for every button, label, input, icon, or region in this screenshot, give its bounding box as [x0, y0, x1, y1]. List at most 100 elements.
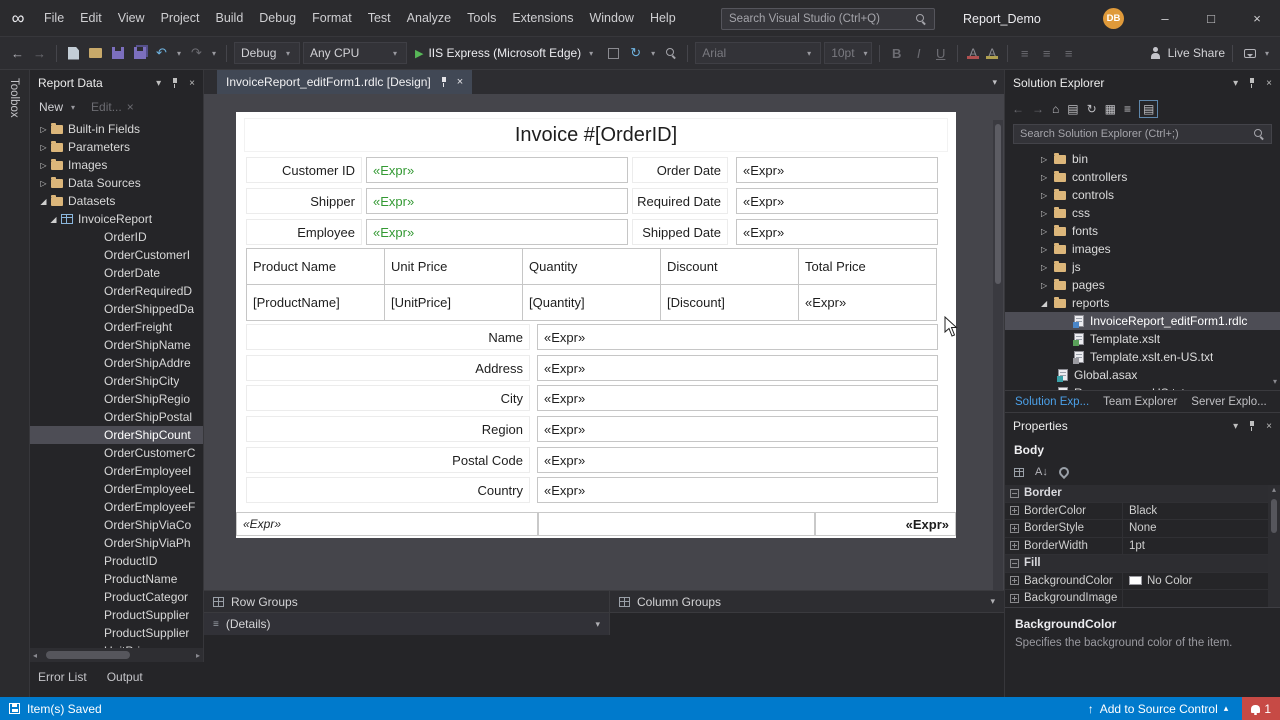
rd-field-ordershipviaph[interactable]: OrderShipViaPh	[30, 534, 203, 552]
feedback-icon[interactable]	[1240, 41, 1259, 65]
refresh-icon[interactable]: ↻	[1087, 102, 1097, 116]
rd-field-ordershipregio[interactable]: OrderShipRegio	[30, 390, 203, 408]
table-header-cell[interactable]: Discount	[660, 248, 799, 285]
sx-item-pages[interactable]: ▷ pages	[1005, 276, 1280, 294]
row-groups-header[interactable]: Row Groups	[204, 591, 610, 612]
menu-build[interactable]: Build	[207, 0, 251, 36]
menu-edit[interactable]: Edit	[72, 0, 110, 36]
highlight-color-icon[interactable]: A	[984, 46, 1000, 60]
rd-field-orderemployeef[interactable]: OrderEmployeeF	[30, 498, 203, 516]
source-control-dropdown-icon[interactable]: ▴	[1224, 703, 1229, 714]
minimize-button[interactable]: –	[1142, 0, 1188, 37]
close-button[interactable]: ×	[1234, 0, 1280, 37]
horizontal-scrollbar[interactable]: ◂ ▸	[30, 648, 203, 662]
scrollbar-thumb[interactable]	[1271, 499, 1277, 533]
rd-folder-images[interactable]: ▷ Images	[30, 156, 203, 174]
home-icon[interactable]: ⌂	[1052, 102, 1059, 116]
report-label[interactable]: Postal Code	[246, 447, 530, 473]
close-icon[interactable]: ×	[1266, 78, 1272, 89]
table-header-cell[interactable]: Product Name	[246, 248, 385, 285]
refresh-dropdown-icon[interactable]: ▾	[648, 49, 658, 58]
report-expr[interactable]: «Expr»	[537, 324, 938, 350]
property-borderstyle[interactable]: BorderStyle None	[1005, 520, 1268, 538]
expand-box-icon[interactable]	[1010, 576, 1019, 586]
property-category-fill[interactable]: Fill	[1005, 555, 1268, 573]
rd-field-ordercustomeri[interactable]: OrderCustomerI	[30, 246, 203, 264]
table-data-cell[interactable]: [Quantity]	[522, 284, 661, 321]
report-label[interactable]: Shipped Date	[632, 219, 728, 245]
alphabetical-sort-icon[interactable]: A↓	[1035, 466, 1048, 478]
table-data-cell[interactable]: «Expr»	[798, 284, 937, 321]
report-label[interactable]: Employee	[246, 219, 362, 245]
sx-item-bin[interactable]: ▷ bin	[1005, 150, 1280, 168]
design-surface[interactable]: Invoice #[OrderID] Product Name Unit Pric…	[204, 94, 1004, 590]
sx-item-global-asax[interactable]: Global.asax	[1005, 366, 1280, 384]
report-label[interactable]: City	[246, 385, 530, 411]
tab-team-explorer[interactable]: Team Explorer	[1103, 396, 1177, 408]
rd-field-orderfreight[interactable]: OrderFreight	[30, 318, 203, 336]
sx-item-template-xslt-en-us-txt[interactable]: Template.xslt.en-US.txt	[1005, 348, 1280, 366]
document-tab[interactable]: InvoiceReport_editForm1.rdlc [Design] ×	[217, 70, 473, 94]
menu-debug[interactable]: Debug	[251, 0, 304, 36]
rd-field-ordershipname[interactable]: OrderShipName	[30, 336, 203, 354]
sx-item-js[interactable]: ▷ js	[1005, 258, 1280, 276]
find-in-files-icon[interactable]	[661, 41, 680, 65]
menu-format[interactable]: Format	[304, 0, 360, 36]
foreground-color-icon[interactable]: A	[965, 46, 981, 60]
properties-scrollbar[interactable]: ▴	[1268, 485, 1280, 608]
report-footer-left[interactable]: «Expr»	[236, 512, 538, 536]
collapse-box-icon[interactable]	[1010, 488, 1019, 498]
align-left-icon[interactable]: ≡	[1015, 41, 1034, 65]
solution-platforms-dropdown[interactable]: Any CPU ▾	[303, 42, 407, 64]
table-data-cell[interactable]: [Discount]	[660, 284, 799, 321]
property-backgroundimage[interactable]: BackgroundImage	[1005, 590, 1268, 608]
save-all-icon[interactable]	[130, 41, 149, 65]
report-footer-middle[interactable]	[538, 512, 815, 536]
expand-box-icon[interactable]	[1010, 541, 1019, 551]
sx-item-invoicereport-editform1-rdlc[interactable]: InvoiceReport_editForm1.rdlc	[1005, 312, 1280, 330]
navigate-back-icon[interactable]: ←	[8, 41, 27, 65]
feedback-dropdown-icon[interactable]: ▾	[1262, 49, 1272, 58]
menu-file[interactable]: File	[36, 0, 72, 36]
scroll-up-icon[interactable]: ▴	[1272, 485, 1276, 494]
rd-field-ordershipcity[interactable]: OrderShipCity	[30, 372, 203, 390]
rd-field-productname[interactable]: ProductName	[30, 570, 203, 588]
property-category-border[interactable]: Border	[1005, 485, 1268, 503]
chevron-down-icon[interactable]: ▾	[1233, 421, 1238, 432]
report-expr[interactable]: «Expr»	[366, 219, 628, 245]
delete-icon[interactable]: ×	[127, 100, 134, 114]
rd-field-orderemployeei[interactable]: OrderEmployeeI	[30, 462, 203, 480]
menu-help[interactable]: Help	[642, 0, 684, 36]
sx-item-fonts[interactable]: ▷ fonts	[1005, 222, 1280, 240]
rd-folder-parameters[interactable]: ▷ Parameters	[30, 138, 203, 156]
scrollbar-thumb[interactable]	[995, 124, 1001, 284]
selected-object-name[interactable]: Body	[1005, 439, 1280, 461]
sx-item-images[interactable]: ▷ images	[1005, 240, 1280, 258]
align-center-icon[interactable]: ≡	[1037, 41, 1056, 65]
pin-icon[interactable]	[439, 76, 449, 88]
report-expr[interactable]: «Expr»	[366, 188, 628, 214]
tab-server-explo[interactable]: Server Explo...	[1191, 396, 1266, 408]
scroll-left-icon[interactable]: ◂	[33, 651, 37, 660]
rd-dataset-invoicereport[interactable]: ◢ InvoiceReport	[30, 210, 203, 228]
rd-folder-data-sources[interactable]: ▷ Data Sources	[30, 174, 203, 192]
report-label[interactable]: Customer ID	[246, 157, 362, 183]
property-backgroundcolor[interactable]: BackgroundColor No Color	[1005, 572, 1268, 590]
collapse-box-icon[interactable]	[1010, 558, 1019, 568]
expand-box-icon[interactable]	[1010, 593, 1019, 603]
property-pages-icon[interactable]	[1056, 464, 1071, 480]
report-expr[interactable]: «Expr»	[537, 477, 938, 503]
table-header-cell[interactable]: Quantity	[522, 248, 661, 285]
notifications-badge[interactable]: 1	[1242, 697, 1280, 720]
chevron-down-icon[interactable]: ▾	[1233, 78, 1238, 89]
quick-search-box[interactable]	[721, 8, 935, 30]
bold-button[interactable]: B	[887, 41, 906, 65]
report-expr[interactable]: «Expr»	[736, 157, 938, 183]
categorized-icon[interactable]	[1014, 467, 1024, 477]
menu-test[interactable]: Test	[360, 0, 399, 36]
sx-item-template-xslt[interactable]: Template.xslt	[1005, 330, 1280, 348]
tab-output[interactable]: Output	[107, 670, 143, 684]
report-footer-right[interactable]: «Expr»	[815, 512, 956, 536]
pin-icon[interactable]	[170, 77, 180, 89]
tab-list-dropdown-icon[interactable]: ▾	[992, 77, 997, 88]
